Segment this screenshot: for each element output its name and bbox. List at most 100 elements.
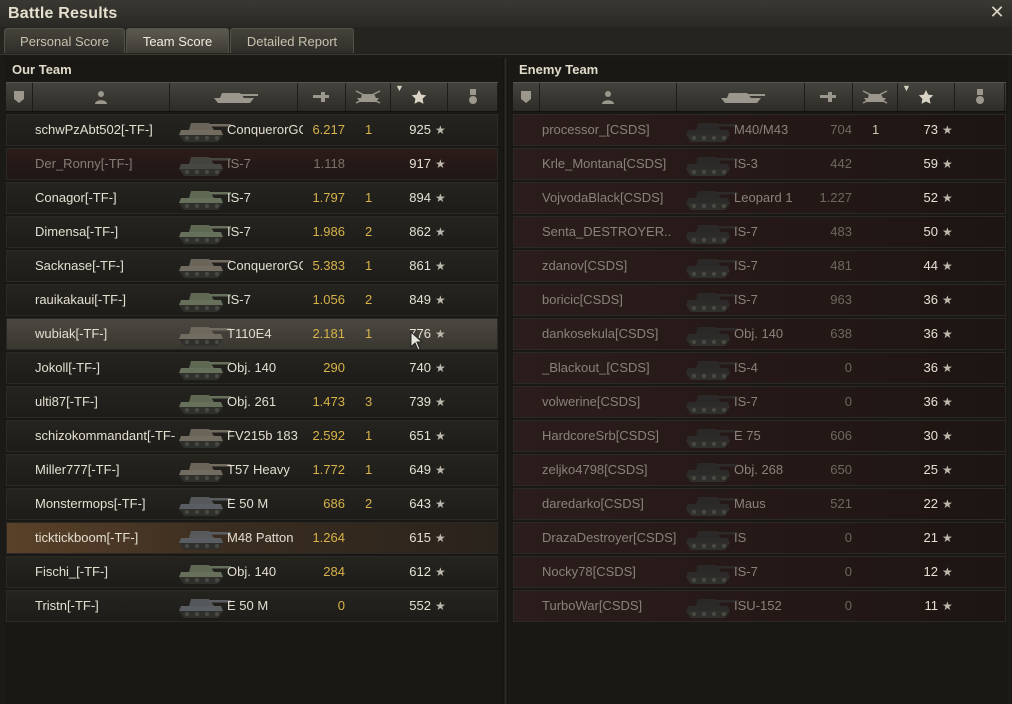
team-row[interactable]: volwerine[CSDS] IS-7 0 36 ★ bbox=[513, 386, 1006, 418]
player-name: wubiak[-TF-] bbox=[35, 326, 108, 341]
squad-icon-column-header[interactable] bbox=[513, 83, 540, 111]
tank-icon bbox=[175, 524, 233, 552]
kills-value bbox=[365, 557, 385, 587]
tank-icon bbox=[682, 218, 740, 246]
xp-value: 925 bbox=[409, 122, 431, 137]
xp-star-icon-column-header[interactable]: ▼ bbox=[898, 83, 955, 111]
damage-icon-column-header[interactable] bbox=[805, 83, 853, 111]
team-row[interactable]: Conagor[-TF-] IS-7 1.797 1 894 ★ bbox=[6, 182, 498, 214]
player-icon-column-header[interactable] bbox=[33, 83, 170, 111]
player-name: Tristn[-TF-] bbox=[35, 598, 99, 613]
tank-icon bbox=[175, 456, 233, 484]
xp-value: 21 bbox=[923, 530, 938, 545]
player-name: zdanov[CSDS] bbox=[542, 258, 628, 273]
tab-detailed-report[interactable]: Detailed Report bbox=[230, 28, 354, 53]
star-icon: ★ bbox=[435, 259, 446, 273]
star-icon: ★ bbox=[942, 395, 953, 409]
tank-name: E 75 bbox=[734, 428, 761, 443]
team-row[interactable]: TurboWar[CSDS] ISU-152 0 11 ★ bbox=[513, 590, 1006, 622]
title-bar: Battle Results ✕ bbox=[0, 0, 1012, 27]
team-row[interactable]: Tristn[-TF-] E 50 M 0 552 ★ bbox=[6, 590, 498, 622]
team-row[interactable]: HardcoreSrb[CSDS] E 75 606 30 ★ bbox=[513, 420, 1006, 452]
mouse-cursor-icon bbox=[410, 331, 424, 351]
damage-value: 0 bbox=[844, 360, 852, 375]
player-name: daredarko[CSDS] bbox=[542, 496, 644, 511]
team-row[interactable]: schwPzAbt502[-TF-] ConquerorGC 6.217 1 925 ★ bbox=[6, 114, 498, 146]
kills-icon-column-header[interactable] bbox=[853, 83, 898, 111]
xp-value: 36 bbox=[923, 360, 938, 375]
xp-value: 740 bbox=[409, 360, 431, 375]
team-row[interactable]: boricic[CSDS] IS-7 963 36 ★ bbox=[513, 284, 1006, 316]
team-row[interactable]: VojvodaBlack[CSDS] Leopard 1 1.227 52 ★ bbox=[513, 182, 1006, 214]
medal-icon-column-header[interactable] bbox=[448, 83, 498, 111]
star-icon: ★ bbox=[435, 497, 446, 511]
tank-icon bbox=[175, 116, 233, 144]
xp-value: 36 bbox=[923, 326, 938, 341]
tank-name: IS-7 bbox=[227, 156, 251, 171]
close-icon[interactable]: ✕ bbox=[988, 2, 1006, 22]
tank-icon bbox=[175, 286, 233, 314]
team-row[interactable]: processor_[CSDS] M40/M43 704 1 73 ★ bbox=[513, 114, 1006, 146]
damage-icon bbox=[312, 92, 329, 102]
team-row[interactable]: Fischi_[-TF-] Obj. 140 284 612 ★ bbox=[6, 556, 498, 588]
kills-value bbox=[872, 387, 892, 417]
tab-personal-score[interactable]: Personal Score bbox=[4, 28, 125, 53]
team-row[interactable]: zeljko4798[CSDS] Obj. 268 650 25 ★ bbox=[513, 454, 1006, 486]
team-row[interactable]: _Blackout_[CSDS] IS-4 0 36 ★ bbox=[513, 352, 1006, 384]
team-row[interactable]: ulti87[-TF-] Obj. 261 1.473 3 739 ★ bbox=[6, 386, 498, 418]
team-row[interactable]: schizokommandant[-TF-] FV215b 183 2.592 1 65… bbox=[6, 420, 498, 452]
tank-name: IS-7 bbox=[734, 224, 758, 239]
tank-name: IS-7 bbox=[734, 394, 758, 409]
team-row[interactable]: Dimensa[-TF-] IS-7 1.986 2 862 ★ bbox=[6, 216, 498, 248]
damage-value: 1.772 bbox=[312, 462, 345, 477]
xp-value: 643 bbox=[409, 496, 431, 511]
star-icon: ★ bbox=[435, 463, 446, 477]
team-row[interactable]: daredarko[CSDS] Maus 521 22 ★ bbox=[513, 488, 1006, 520]
xp-value: 894 bbox=[409, 190, 431, 205]
tank-icon bbox=[175, 490, 233, 518]
tank-icon bbox=[682, 116, 740, 144]
team-row[interactable]: zdanov[CSDS] IS-7 481 44 ★ bbox=[513, 250, 1006, 282]
sort-arrow-icon: ▼ bbox=[902, 83, 911, 93]
team-row[interactable]: Krle_Montana[CSDS] IS-3 442 59 ★ bbox=[513, 148, 1006, 180]
tank-icon-column-header[interactable] bbox=[677, 83, 805, 111]
player-name: VojvodaBlack[CSDS] bbox=[542, 190, 664, 205]
team-row[interactable]: DrazaDestroyer[CSDS] IS 0 21 ★ bbox=[513, 522, 1006, 554]
xp-star-icon-column-header[interactable]: ▼ bbox=[391, 83, 448, 111]
team-row[interactable]: Der_Ronny[-TF-] IS-7 1.118 917 ★ bbox=[6, 148, 498, 180]
team-row[interactable]: rauikakaui[-TF-] IS-7 1.056 2 849 ★ bbox=[6, 284, 498, 316]
team-row[interactable]: ticktickboom[-TF-] M48 Patton 1.264 615 ★ bbox=[6, 522, 498, 554]
kills-value: 1 bbox=[365, 122, 373, 137]
team-row[interactable]: Miller777[-TF-] T57 Heavy 1.772 1 649 ★ bbox=[6, 454, 498, 486]
kills-value: 1 bbox=[365, 326, 373, 341]
damage-value: 5.383 bbox=[312, 258, 345, 273]
tank-name: IS-3 bbox=[734, 156, 758, 171]
team-row[interactable]: Sacknase[-TF-] ConquerorGC 5.383 1 861 ★ bbox=[6, 250, 498, 282]
team-row[interactable]: Senta_DESTROYER.. IS-7 483 50 ★ bbox=[513, 216, 1006, 248]
damage-value: 0 bbox=[844, 394, 852, 409]
team-row[interactable]: Jokoll[-TF-] Obj. 140 290 740 ★ bbox=[6, 352, 498, 384]
team-row[interactable]: Nocky78[CSDS] IS-7 0 12 ★ bbox=[513, 556, 1006, 588]
enemy-team-header: ▼ bbox=[513, 82, 1006, 112]
star-icon: ★ bbox=[942, 191, 953, 205]
damage-value: 1.473 bbox=[312, 394, 345, 409]
tank-icon-column-header[interactable] bbox=[170, 83, 298, 111]
tank-icon bbox=[682, 252, 740, 280]
player-name: zeljko4798[CSDS] bbox=[542, 462, 648, 477]
player-icon-column-header[interactable] bbox=[540, 83, 677, 111]
xp-star-icon bbox=[411, 90, 427, 104]
tank-name: Maus bbox=[734, 496, 766, 511]
medal-icon-column-header[interactable] bbox=[955, 83, 1005, 111]
kills-icon-column-header[interactable] bbox=[346, 83, 391, 111]
tab-team-score[interactable]: Team Score bbox=[126, 28, 229, 53]
tank-icon bbox=[682, 524, 740, 552]
player-name: Dimensa[-TF-] bbox=[35, 224, 119, 239]
team-row[interactable]: dankosekula[CSDS] Obj. 140 638 36 ★ bbox=[513, 318, 1006, 350]
kills-icon bbox=[355, 90, 381, 104]
team-row[interactable]: Monstermops[-TF-] E 50 M 686 2 643 ★ bbox=[6, 488, 498, 520]
damage-value: 481 bbox=[830, 258, 852, 273]
squad-icon-column-header[interactable] bbox=[6, 83, 33, 111]
damage-icon-column-header[interactable] bbox=[298, 83, 346, 111]
tank-name: IS-7 bbox=[734, 258, 758, 273]
kills-value bbox=[365, 353, 385, 383]
